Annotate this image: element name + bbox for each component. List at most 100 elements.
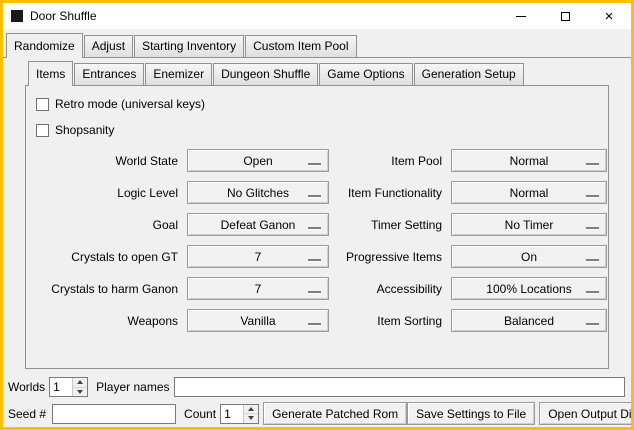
maximize-icon [561, 12, 570, 21]
window-controls: × [499, 3, 631, 29]
open-output-directory-button[interactable]: Open Output Directory [539, 402, 634, 425]
titlebar[interactable]: Door Shuffle × [3, 3, 631, 29]
tab-starting-inventory[interactable]: Starting Inventory [134, 35, 244, 57]
crystals-gt-value: 7 [255, 250, 262, 264]
dropdown-crystals-ganon[interactable]: 7 [187, 277, 329, 300]
seed-label: Seed # [8, 407, 46, 421]
goal-value: Defeat Ganon [221, 218, 296, 232]
dropdown-crystals-gt[interactable]: 7 [187, 245, 329, 268]
weapons-label: Weapons [35, 314, 181, 328]
count-spin-arrows [243, 405, 258, 423]
menu-indicator-icon [308, 323, 321, 325]
count-spinbox [220, 404, 259, 424]
close-icon: × [605, 9, 614, 24]
count-label: Count [184, 407, 216, 421]
menu-indicator-icon [308, 195, 321, 197]
item-pool-label: Item Pool [335, 154, 445, 168]
item-pool-value: Normal [510, 154, 549, 168]
retro-mode-checkbox[interactable] [36, 98, 49, 111]
worlds-input[interactable] [50, 378, 72, 396]
tab-enemizer[interactable]: Enemizer [145, 63, 212, 85]
maximize-button[interactable] [543, 3, 587, 29]
worlds-row: Worlds Player names [8, 377, 627, 397]
menu-indicator-icon [586, 259, 599, 261]
tab-entrances[interactable]: Entrances [74, 63, 144, 85]
menu-indicator-icon [308, 259, 321, 261]
world-state-label: World State [35, 154, 181, 168]
dropdown-world-state[interactable]: Open [187, 149, 329, 172]
worlds-label: Worlds [8, 380, 45, 394]
sub-tab-bar: Items Entrances Enemizer Dungeon Shuffle… [28, 61, 631, 85]
menu-indicator-icon [586, 227, 599, 229]
count-up-button[interactable] [244, 405, 258, 415]
accessibility-label: Accessibility [335, 282, 445, 296]
arrow-up-icon [248, 407, 254, 411]
worlds-spin-arrows [72, 378, 87, 396]
randomize-panel: Items Entrances Enemizer Dungeon Shuffle… [3, 57, 631, 427]
arrow-down-icon [77, 390, 83, 394]
count-down-button[interactable] [244, 414, 258, 423]
items-panel: Retro mode (universal keys) Shopsanity W… [25, 85, 609, 369]
bottom-bar: Worlds Player names Seed # Coun [3, 369, 631, 427]
dropdown-item-sorting[interactable]: Balanced [451, 309, 607, 332]
menu-indicator-icon [586, 195, 599, 197]
app-icon [11, 10, 23, 22]
arrow-down-icon [248, 416, 254, 420]
progressive-items-label: Progressive Items [335, 250, 445, 264]
tab-dungeon-shuffle[interactable]: Dungeon Shuffle [213, 63, 318, 85]
tab-randomize[interactable]: Randomize [6, 33, 83, 58]
main-tab-bar: Randomize Adjust Starting Inventory Cust… [6, 33, 631, 57]
logic-level-label: Logic Level [35, 186, 181, 200]
shopsanity-checkbox[interactable] [36, 124, 49, 137]
shopsanity-row: Shopsanity [36, 121, 602, 139]
tab-items[interactable]: Items [28, 61, 73, 86]
tab-adjust[interactable]: Adjust [84, 35, 133, 57]
worlds-up-button[interactable] [73, 378, 87, 388]
dropdown-accessibility[interactable]: 100% Locations [451, 277, 607, 300]
player-names-input[interactable] [174, 377, 626, 397]
item-functionality-value: Normal [510, 186, 549, 200]
item-sorting-label: Item Sorting [335, 314, 445, 328]
menu-indicator-icon [308, 163, 321, 165]
app-window: Door Shuffle × Randomize Adjust Starting… [0, 0, 634, 430]
minimize-icon [516, 16, 526, 17]
dropdown-progressive-items[interactable]: On [451, 245, 607, 268]
arrow-up-icon [77, 380, 83, 384]
retro-mode-label: Retro mode (universal keys) [55, 97, 205, 111]
worlds-spinbox [49, 377, 88, 397]
generate-patched-rom-button[interactable]: Generate Patched Rom [263, 402, 407, 425]
tab-custom-item-pool[interactable]: Custom Item Pool [245, 35, 356, 57]
count-input[interactable] [221, 405, 243, 423]
dropdown-item-functionality[interactable]: Normal [451, 181, 607, 204]
crystals-ganon-label: Crystals to harm Ganon [35, 282, 181, 296]
worlds-down-button[interactable] [73, 388, 87, 397]
close-button[interactable]: × [587, 3, 631, 29]
menu-indicator-icon [586, 163, 599, 165]
window-title: Door Shuffle [30, 9, 97, 23]
dropdown-logic-level[interactable]: No Glitches [187, 181, 329, 204]
seed-input[interactable] [52, 404, 176, 424]
logic-level-value: No Glitches [227, 186, 289, 200]
dropdown-timer-setting[interactable]: No Timer [451, 213, 607, 236]
tab-generation-setup[interactable]: Generation Setup [414, 63, 524, 85]
save-settings-button[interactable]: Save Settings to File [407, 402, 535, 425]
crystals-gt-label: Crystals to open GT [35, 250, 181, 264]
item-sorting-value: Balanced [504, 314, 554, 328]
minimize-button[interactable] [499, 3, 543, 29]
seed-row: Seed # Count Generate Patched Rom Save S… [8, 402, 627, 425]
accessibility-value: 100% Locations [486, 282, 571, 296]
item-functionality-label: Item Functionality [335, 186, 445, 200]
menu-indicator-icon [308, 227, 321, 229]
weapons-value: Vanilla [240, 314, 275, 328]
dropdown-goal[interactable]: Defeat Ganon [187, 213, 329, 236]
dropdown-item-pool[interactable]: Normal [451, 149, 607, 172]
retro-mode-row: Retro mode (universal keys) [36, 95, 602, 113]
world-state-value: Open [243, 154, 272, 168]
player-names-label: Player names [96, 380, 169, 394]
tab-game-options[interactable]: Game Options [319, 63, 412, 85]
timer-setting-value: No Timer [505, 218, 554, 232]
dropdown-weapons[interactable]: Vanilla [187, 309, 329, 332]
shopsanity-label: Shopsanity [55, 123, 114, 137]
menu-indicator-icon [308, 291, 321, 293]
options-grid: World State Open Item Pool Normal Logic … [35, 149, 602, 332]
